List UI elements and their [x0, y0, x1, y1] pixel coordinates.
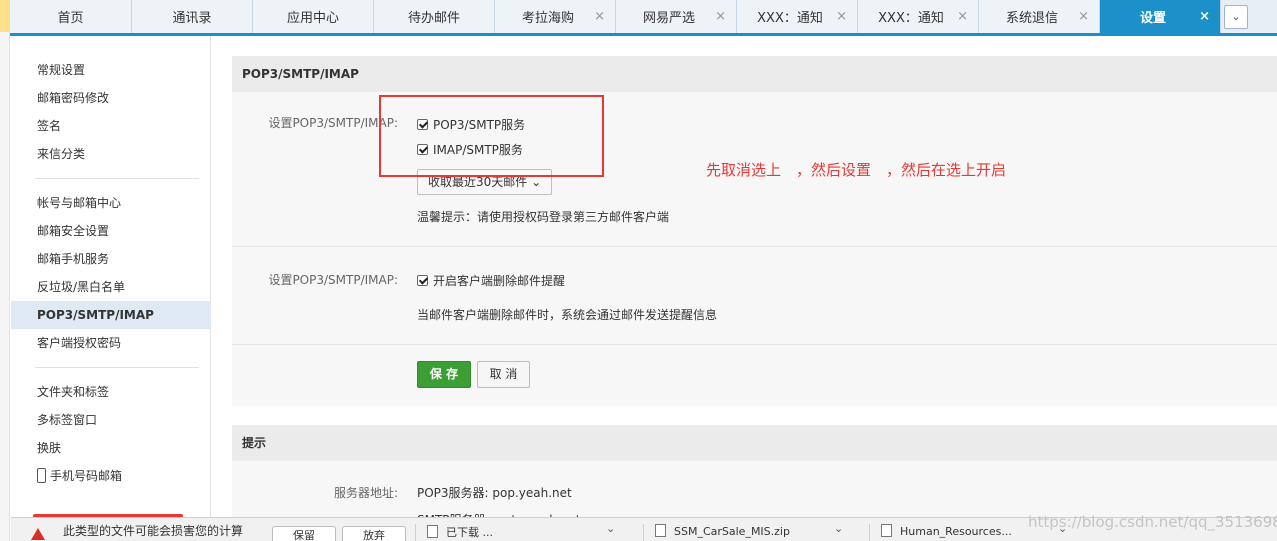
- download-item-label: Human_Resources...: [900, 525, 1012, 538]
- download-warning: 此类型的文件可能会损害您的计算: [63, 524, 244, 538]
- tab-app-center[interactable]: 应用中心: [253, 0, 374, 33]
- close-icon[interactable]: ×: [957, 9, 968, 24]
- chevron-down-icon: ⌄: [1224, 4, 1248, 29]
- sidebar-item-skin[interactable]: 换肤: [11, 434, 211, 462]
- sidebar-item-general[interactable]: 常规设置: [11, 56, 211, 84]
- auth-code-tip: 温馨提示：请使用授权码登录第三方邮件客户端: [417, 210, 670, 224]
- file-icon: [655, 524, 666, 537]
- row-divider: [232, 344, 1277, 345]
- main-content: POP3/SMTP/IMAP 设置POP3/SMTP/IMAP: POP3/SM…: [212, 36, 1277, 541]
- sidebar-item-label: 手机号码邮箱: [50, 469, 123, 483]
- tab-label: 首页: [57, 11, 84, 26]
- settings-sidebar: 常规设置 邮箱密码修改 签名 来信分类 帐号与邮箱中心 邮箱安全设置 邮箱手机服…: [11, 36, 211, 541]
- tab-label: 网易严选: [642, 11, 695, 26]
- download-item[interactable]: 已下载 ...: [427, 524, 493, 541]
- tab-home[interactable]: 首页: [10, 0, 132, 33]
- download-item-label: SSM_CarSale_MIS.zip: [674, 525, 790, 538]
- discard-button[interactable]: 放弃: [342, 526, 406, 541]
- close-icon[interactable]: ×: [715, 9, 726, 24]
- sidebar-divider: [35, 178, 199, 179]
- keep-button[interactable]: 保留: [272, 526, 336, 541]
- sidebar-divider: [35, 367, 199, 368]
- tab-label: XXX：通知: [878, 11, 944, 26]
- section-title: POP3/SMTP/IMAP: [232, 56, 1277, 92]
- section-title: 提示: [232, 425, 1277, 461]
- chevron-down-icon[interactable]: ⌄: [834, 522, 843, 535]
- close-icon[interactable]: ×: [1199, 9, 1210, 24]
- tab-label: 待办邮件: [407, 11, 460, 26]
- divider: [415, 524, 416, 541]
- tab-bar: 首页 通讯录 应用中心 待办邮件 考拉海购 × 网易严选 × XXX：通知 × XXX…: [10, 0, 1277, 36]
- row-label: 设置POP3/SMTP/IMAP:: [268, 273, 398, 287]
- tab-label: 应用中心: [286, 11, 339, 26]
- annotation-text: 先取消选上 ，然后设置 ，然后在选上开启: [706, 161, 1007, 179]
- cancel-button[interactable]: 取 消: [477, 361, 530, 388]
- delete-reminder-desc: 当邮件客户端删除邮件时，系统会通过邮件发送提醒信息: [417, 308, 718, 322]
- select-value: 收取最近30天邮件: [428, 175, 528, 189]
- tab-notice-1[interactable]: XXX：通知 ×: [737, 0, 858, 33]
- sidebar-item-antispam[interactable]: 反垃圾/黑白名单: [11, 273, 211, 301]
- close-icon[interactable]: ×: [594, 9, 605, 24]
- delete-reminder-checkbox[interactable]: 开启客户端删除邮件提醒: [417, 272, 565, 289]
- sidebar-item-phone-service[interactable]: 邮箱手机服务: [11, 245, 211, 273]
- tab-yanxuan[interactable]: 网易严选 ×: [616, 0, 737, 33]
- file-icon: [881, 524, 892, 537]
- row-label: 设置POP3/SMTP/IMAP:: [268, 116, 398, 130]
- sidebar-item-pop3[interactable]: POP3/SMTP/IMAP: [11, 301, 211, 329]
- warning-icon: [31, 528, 45, 540]
- chevron-down-icon[interactable]: ⌄: [606, 522, 615, 535]
- left-edge: [0, 0, 10, 541]
- chevron-down-icon: ⌄: [531, 175, 542, 189]
- sidebar-item-folders[interactable]: 文件夹和标签: [11, 378, 211, 406]
- row-divider: [232, 246, 1277, 247]
- tab-label: 考拉海购: [521, 11, 574, 26]
- left-edge-marker: [0, 0, 10, 32]
- checkbox-label: 开启客户端删除邮件提醒: [433, 274, 566, 288]
- tab-bounce[interactable]: 系统退信 ×: [979, 0, 1100, 33]
- close-icon[interactable]: ×: [836, 9, 847, 24]
- highlight-box: [379, 95, 604, 177]
- file-icon: [427, 525, 438, 538]
- download-item[interactable]: SSM_CarSale_MIS.zip: [655, 524, 790, 541]
- tab-more-button[interactable]: ⌄: [1221, 0, 1251, 33]
- row-label: 服务器地址:: [333, 486, 398, 500]
- download-item[interactable]: Human_Resources...: [881, 524, 1012, 541]
- save-button[interactable]: 保 存: [417, 361, 471, 388]
- tab-label: XXX：通知: [757, 11, 823, 26]
- sidebar-item-phone-mailbox[interactable]: 手机号码邮箱: [11, 462, 211, 490]
- sidebar-item-client-auth[interactable]: 客户端授权密码: [11, 329, 211, 357]
- tab-contacts[interactable]: 通讯录: [132, 0, 253, 33]
- pop3-server: POP3服务器: pop.yeah.net: [417, 486, 572, 500]
- tab-label: 设置: [1139, 11, 1166, 26]
- sidebar-item-account-center[interactable]: 帐号与邮箱中心: [11, 189, 211, 217]
- download-item-label: 已下载 ...: [446, 526, 493, 539]
- sidebar-item-security[interactable]: 邮箱安全设置: [11, 217, 211, 245]
- tab-notice-2[interactable]: XXX：通知 ×: [858, 0, 979, 33]
- divider: [869, 524, 870, 541]
- tab-label: 系统退信: [1005, 11, 1058, 26]
- sidebar-item-signature[interactable]: 签名: [11, 112, 211, 140]
- sidebar-item-password[interactable]: 邮箱密码修改: [11, 84, 211, 112]
- tab-label: 通讯录: [172, 11, 212, 26]
- sidebar-item-mail-classify[interactable]: 来信分类: [11, 140, 211, 168]
- tab-todo-mail[interactable]: 待办邮件: [374, 0, 495, 33]
- watermark: https://blog.csdn.net/qq_35136982: [1028, 513, 1277, 531]
- tab-kaola[interactable]: 考拉海购 ×: [495, 0, 616, 33]
- divider: [643, 524, 644, 541]
- close-icon[interactable]: ×: [1078, 9, 1089, 24]
- sidebar-item-multi-tab[interactable]: 多标签窗口: [11, 406, 211, 434]
- checkbox-checked-icon[interactable]: [417, 275, 428, 286]
- phone-icon: [37, 468, 46, 483]
- tab-settings[interactable]: 设置 ×: [1100, 0, 1221, 33]
